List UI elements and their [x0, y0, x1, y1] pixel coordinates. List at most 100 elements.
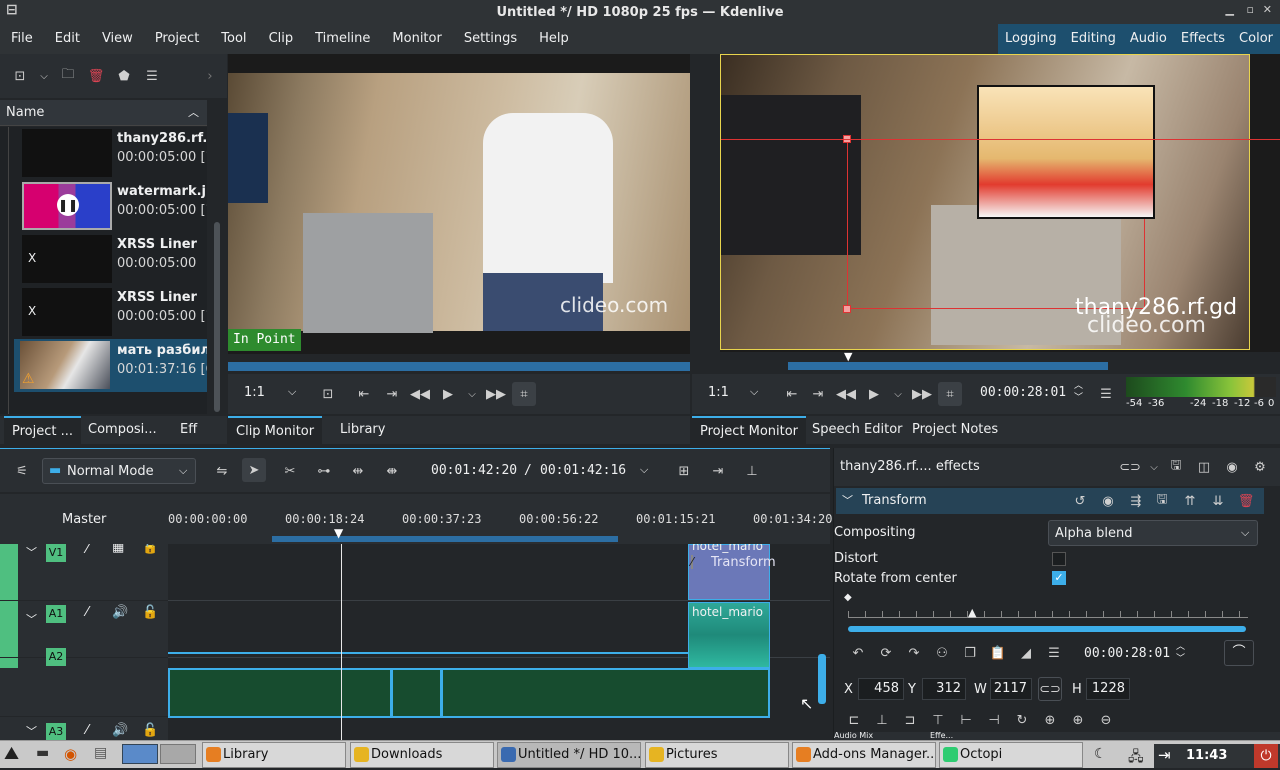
menu-settings[interactable]: Settings [453, 24, 528, 54]
link-icon[interactable]: ⊂⊃ [1118, 455, 1142, 479]
firefox-icon[interactable]: ◉ [64, 745, 77, 763]
project-monitor-view[interactable]: thany286.rf.gd clideo.com [720, 54, 1280, 352]
clip-monitor-view[interactable]: clideo.com In Point [228, 54, 690, 354]
effect-wand-icon[interactable]: ⁄ [86, 544, 88, 557]
set-in-icon[interactable]: ⇤ [780, 382, 804, 406]
video-film-icon[interactable]: ▦ [112, 544, 124, 555]
menu-edit[interactable]: Edit [44, 24, 91, 54]
workspace-editing[interactable]: Editing [1064, 24, 1123, 54]
tab-compositions[interactable]: Composi... [80, 416, 165, 444]
roll-tool-icon[interactable]: ⇹ [346, 459, 370, 483]
watermark-overlay-image[interactable] [977, 85, 1155, 219]
project-monitor-ruler[interactable]: ▼ [692, 350, 1280, 372]
tab-project-bin[interactable]: Project ... [4, 416, 82, 444]
tab-effects-short[interactable]: Eff [172, 416, 205, 444]
slip-tool-icon[interactable]: ⇼ [380, 459, 404, 483]
select-tool-icon[interactable]: ➤ [242, 458, 266, 482]
task-addons[interactable]: Add-ons Manager... [792, 742, 936, 768]
keyframe-diamond-icon[interactable]: ◆ [844, 592, 852, 603]
bin-item-thany[interactable]: thany286.rf.... 00:00:05:00 [1] [22, 127, 207, 180]
clip-a2[interactable] [168, 668, 770, 718]
start-menu-icon[interactable]: ⛰ [4, 743, 19, 764]
transform-handle[interactable] [843, 305, 851, 313]
delete-icon[interactable]: 🗑 [1234, 489, 1258, 513]
bin-item-watermark[interactable]: ❚❚ watermark.jpg 00:00:05:00 [1] [22, 180, 207, 233]
play-icon[interactable]: ▶ [862, 382, 886, 406]
collapse-icon[interactable]: ﹀ [26, 544, 37, 560]
ripple-tool-icon[interactable]: ⊶ [312, 459, 336, 483]
eye-icon[interactable]: ◉ [1096, 489, 1120, 513]
bin-item-xrss-2[interactable]: X XRSS Liner 00:00:05:00 [1] [22, 286, 207, 339]
clip-v1[interactable]: hotel_mario Transform ⁄ [688, 544, 776, 600]
compositing-select[interactable]: Alpha blend ⌵ [1048, 520, 1258, 546]
clip-zoom-select[interactable]: 1:1 [244, 385, 265, 400]
chevron-down-icon[interactable]: ⌵ [886, 382, 910, 406]
collapse-icon[interactable]: ﹀ [26, 611, 37, 627]
distort-checkbox[interactable] [1052, 552, 1066, 566]
zoom-original-icon[interactable]: ⊕ [1038, 708, 1062, 732]
zoom-out-icon[interactable]: ⊖ [1094, 708, 1118, 732]
spin-updown-icon[interactable]: ︿ ﹀ [1074, 380, 1083, 404]
tag-icon[interactable]: ⬟ [112, 64, 136, 88]
menu-clip[interactable]: Clip [258, 24, 305, 54]
tab-clip-monitor[interactable]: Clip Monitor [228, 416, 323, 444]
effect-wand-icon[interactable]: ⁄ [86, 605, 88, 620]
bin-header[interactable]: Name ︿ [0, 100, 207, 126]
insert-icon[interactable]: ⇥ [706, 459, 730, 483]
menu-project[interactable]: Project [144, 24, 210, 54]
rotate-checkbox-checked[interactable]: ✓ [1052, 571, 1066, 585]
compare-icon[interactable]: ◫ [1192, 455, 1216, 479]
sort-up-icon[interactable]: ︿ [188, 104, 199, 120]
task-kdenlive[interactable]: Untitled */ HD 10... [497, 742, 641, 768]
keyframe-ruler[interactable]: ◆ ▲ [844, 592, 1248, 619]
bin-item-xrss-1[interactable]: X XRSS Liner 00:00:05:00 [22, 233, 207, 286]
set-out-icon[interactable]: ⇥ [380, 382, 404, 406]
menu-help[interactable]: Help [528, 24, 580, 54]
edit-mode-select[interactable]: ▬ Normal Mode ⌵ [42, 458, 196, 484]
align-vcenter-icon[interactable]: ⊢ [954, 708, 978, 732]
task-downloads[interactable]: Downloads [350, 742, 494, 768]
chevron-down-icon[interactable]: ⌵ [1142, 455, 1166, 479]
track-header-a1[interactable]: ﹀ A1 ⁄ 🔊 🔓 [0, 601, 168, 657]
chevron-down-icon[interactable]: ⌵ [32, 64, 56, 88]
tab-audio-mix[interactable]: Audio Mix [834, 732, 873, 740]
playhead-marker-icon[interactable]: ▼ [844, 350, 852, 363]
tab-effects[interactable]: Effe... [930, 732, 953, 740]
menu-monitor[interactable]: Monitor [381, 24, 452, 54]
menu-view[interactable]: View [91, 24, 144, 54]
project-timecode[interactable]: 00:00:28:01 [980, 385, 1066, 400]
align-right-icon[interactable]: ⊐ [898, 708, 922, 732]
x-field[interactable]: 458 [858, 678, 904, 700]
file-manager-icon[interactable]: ▤ [94, 745, 107, 761]
effect-timecode[interactable]: 00:00:28:01 [1084, 646, 1170, 661]
workspace-color[interactable]: Color [1232, 24, 1280, 54]
collapse-icon[interactable]: ﹀ [26, 723, 37, 739]
workspace-pager-active[interactable] [122, 744, 158, 764]
previous-keyframe-icon[interactable]: ↶ [846, 641, 870, 665]
tab-project-notes[interactable]: Project Notes [904, 416, 1006, 444]
forward-icon[interactable]: ▶▶ [484, 382, 508, 406]
chevron-right-icon[interactable]: › [198, 64, 222, 88]
overwrite-icon[interactable]: ⊥ [740, 459, 764, 483]
timeline-zone-bar[interactable] [272, 536, 618, 542]
menu-timeline[interactable]: Timeline [304, 24, 381, 54]
crop-icon[interactable]: ⌗ [938, 382, 962, 406]
w-field[interactable]: 2117 [990, 678, 1032, 700]
effect-transform-header[interactable]: ﹀ Transform ↺ ◉ ⇶ 🖫 ⇈ ⇊ 🗑 [836, 488, 1264, 514]
align-hcenter-icon[interactable]: ⊥ [870, 708, 894, 732]
workspace-pager[interactable] [160, 744, 196, 764]
delete-icon[interactable]: 🗑 [84, 64, 108, 88]
hamburger-menu-icon[interactable]: ☰ [1094, 382, 1118, 406]
settings-icon[interactable]: ⚙ [1248, 455, 1272, 479]
network-icon[interactable]: 🖧 [1128, 746, 1144, 770]
bin-scrollbar[interactable] [212, 127, 222, 414]
close-icon[interactable]: ✕ [1263, 3, 1272, 16]
workspace-logging[interactable]: Logging [998, 24, 1064, 54]
task-pictures[interactable]: Pictures [645, 742, 789, 768]
clip-a1[interactable]: hotel_mario [688, 602, 770, 668]
eye-icon[interactable]: ◉ [1220, 455, 1244, 479]
speaker-icon[interactable]: 🔊 [112, 723, 128, 738]
paste-icon[interactable]: 📋 [986, 641, 1010, 665]
show-desktop-icon[interactable]: ▬ [36, 745, 49, 761]
menu-file[interactable]: File [0, 24, 44, 54]
